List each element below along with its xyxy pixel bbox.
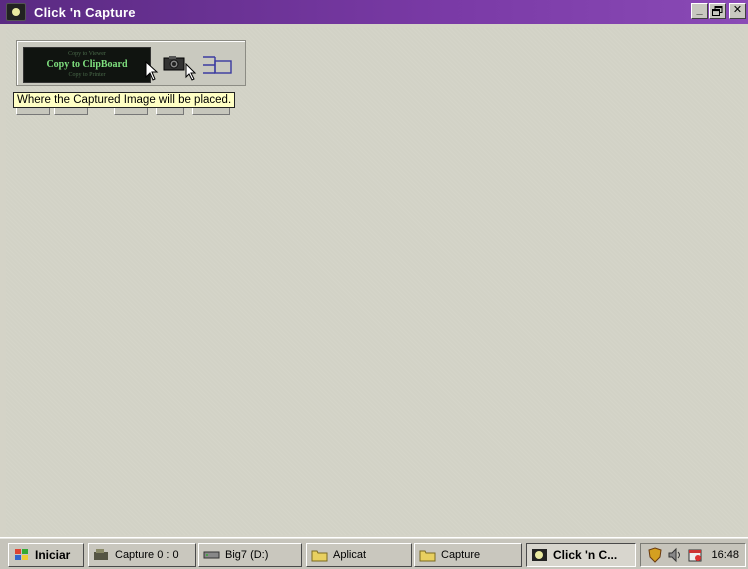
close-button[interactable]: ✕ <box>729 3 746 19</box>
mode-prev: Copy to Viewer <box>68 51 106 57</box>
shield-icon[interactable] <box>647 547 663 563</box>
folder-icon <box>419 550 436 562</box>
taskbar-item-label: Aplicat <box>333 549 367 561</box>
taskbar-item-capture-folder[interactable]: Capture <box>414 543 522 567</box>
windows-logo-icon <box>15 549 28 560</box>
taskbar-item-click-n-capture[interactable]: Click 'n C... <box>526 543 636 567</box>
maximize-button[interactable] <box>709 3 726 19</box>
taskbar-item-label: Big7 (D:) <box>225 549 269 561</box>
pointer-cursor-icon <box>145 61 159 81</box>
camera-icon[interactable] <box>163 55 185 71</box>
drive-icon <box>203 551 220 559</box>
scheduler-icon[interactable] <box>687 547 703 563</box>
app-icon[interactable] <box>6 3 26 21</box>
minimize-button[interactable]: _ <box>691 3 708 19</box>
tooltip: Where the Captured Image will be placed. <box>13 92 236 108</box>
window-controls: _ ✕ <box>691 3 746 19</box>
taskbar-item-big7-drive[interactable]: Big7 (D:) <box>198 543 302 567</box>
destination-selector[interactable]: Copy to Viewer Copy to ClipBoard Copy to… <box>23 47 151 83</box>
window-titlebar[interactable]: Click 'n Capture _ ✕ <box>0 0 748 24</box>
layout-icon[interactable] <box>201 53 235 79</box>
window-title: Click 'n Capture <box>34 4 136 20</box>
pointer-cursor-icon <box>185 63 197 81</box>
restore-icon <box>712 6 723 16</box>
capture-toolbar: Copy to Viewer Copy to ClipBoard Copy to… <box>16 40 246 86</box>
clock[interactable]: 16:48 <box>711 549 739 561</box>
taskbar-item-label: Click 'n C... <box>553 548 618 562</box>
taskbar-item-label: Capture <box>441 549 481 561</box>
start-label: Iniciar <box>35 548 71 562</box>
mode-next: Copy to Printer <box>68 72 106 78</box>
capture-icon <box>94 549 108 560</box>
start-button[interactable]: Iniciar <box>8 543 84 567</box>
taskbar-item-capture-status[interactable]: Capture 0 : 0 <box>88 543 196 567</box>
system-tray: 16:48 <box>640 543 746 567</box>
folder-icon <box>311 550 328 562</box>
capture-canvas[interactable]: Copy to Viewer Copy to ClipBoard Copy to… <box>6 28 744 535</box>
speaker-icon[interactable] <box>667 547 683 563</box>
taskbar-item-label: Capture 0 : 0 <box>115 549 179 561</box>
taskbar-item-aplicat-folder[interactable]: Aplicat <box>306 543 412 567</box>
mode-current: Copy to ClipBoard <box>46 59 128 70</box>
app-icon <box>532 549 547 561</box>
taskbar: Iniciar Capture 0 : 0 Big7 (D:) Aplicat … <box>0 537 748 569</box>
